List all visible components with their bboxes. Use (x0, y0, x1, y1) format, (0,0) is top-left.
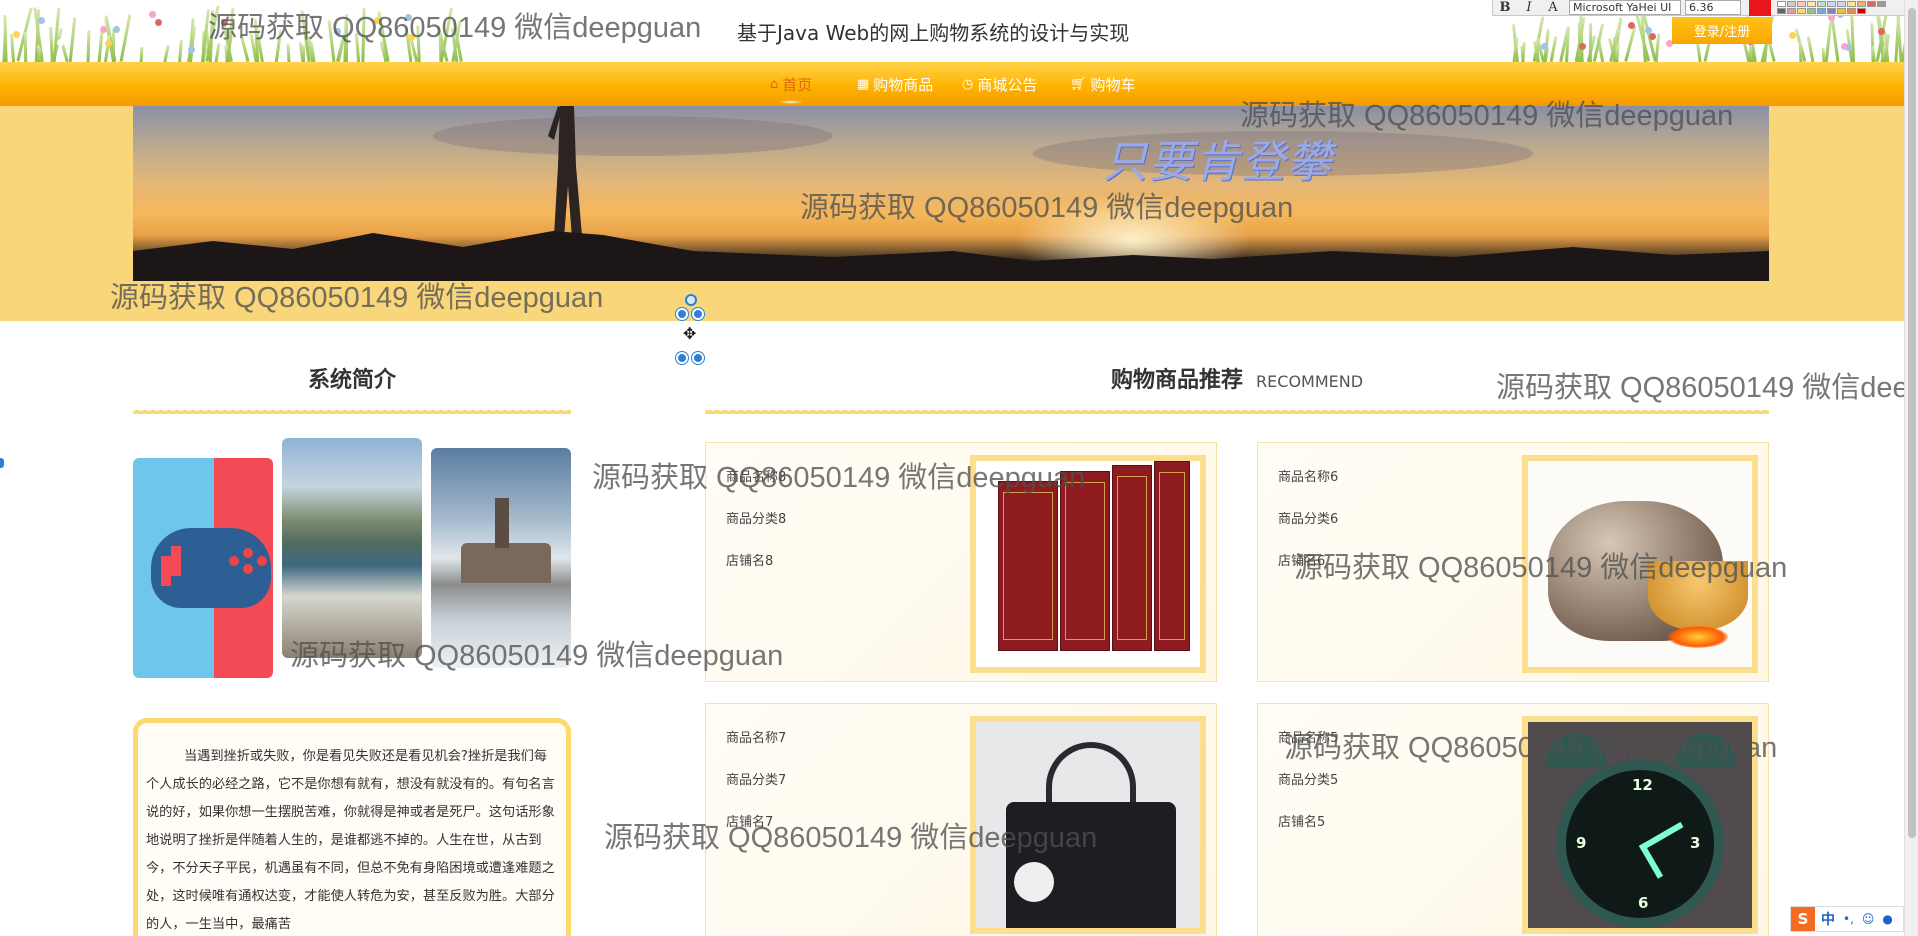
active-indicator (778, 100, 805, 104)
watermark: 源码获取 QQ86050149 微信deepguan (1496, 372, 1918, 404)
emoji-icon[interactable]: ☺ (1862, 912, 1875, 926)
rotate-handle[interactable] (685, 294, 697, 306)
nav-item-products[interactable]: ▦ 购物商品 (857, 62, 933, 106)
bold-button[interactable]: B (1493, 0, 1517, 15)
intro-divider (133, 405, 571, 414)
recommend-divider (705, 405, 1769, 414)
game-controller-image (133, 458, 273, 678)
mountain-silhouette (133, 231, 1769, 281)
resize-handle[interactable] (676, 352, 688, 364)
banner-slogan: 只要肯登攀 (1103, 137, 1333, 188)
italic-button[interactable]: I (1517, 0, 1541, 15)
site-title: 基于Java Web的网上购物系统的设计与实现 (737, 21, 1130, 45)
product-shop: 店铺名5 (1278, 815, 1326, 830)
color-swatches[interactable] (1777, 0, 1887, 15)
home-icon: ⌂ (770, 76, 779, 92)
cart-icon: 🛒︎ (1070, 76, 1087, 92)
punctuation-icon[interactable]: •, (1843, 912, 1854, 926)
intro-text: 当遇到挫折或失败，你是看见失败还是看见机会?挫折是我们每个人成长的必经之路，它不… (146, 749, 555, 932)
watermark: 源码获取 QQ86050149 微信deepguan (604, 822, 1098, 854)
nav-item-label: 购物商品 (873, 75, 934, 94)
watermark: 源码获取 QQ86050149 微信deepguan (1284, 732, 1778, 764)
scrollbar-thumb[interactable] (1908, 8, 1916, 838)
ime-status-bar[interactable]: S 中 •, ☺ ● (1790, 906, 1904, 932)
watermark: 源码获取 QQ86050149 微信deepguan (1240, 100, 1734, 132)
text-color-button[interactable] (1749, 0, 1771, 16)
nav-item-label: 购物车 (1090, 75, 1136, 94)
nav-item-label: 首页 (782, 75, 813, 94)
product-category: 商品分类8 (726, 512, 787, 527)
font-effect-button[interactable]: A (1541, 0, 1565, 15)
product-shop: 店铺名8 (726, 554, 774, 569)
product-category: 商品分类7 (726, 773, 787, 788)
vertical-scrollbar[interactable] (1904, 0, 1918, 936)
product-name: 商品名称6 (1278, 470, 1339, 485)
resize-handle[interactable] (0, 458, 4, 468)
move-cursor-icon: ✥ (683, 324, 697, 343)
watermark: 源码获取 QQ86050149 微信deepguan (592, 462, 1086, 494)
beach-image (282, 438, 422, 658)
clock-icon: ◷ (962, 76, 974, 92)
resize-handle[interactable] (692, 308, 704, 320)
object-selection-handles[interactable]: ✥ (676, 294, 706, 368)
grid-icon: ▦ (857, 76, 870, 92)
nav-item-home[interactable]: ⌂ 首页 (770, 62, 812, 106)
product-category: 商品分类5 (1278, 773, 1339, 788)
recommend-subtitle: RECOMMEND (1256, 372, 1364, 391)
nav-item-announcements[interactable]: ◷ 商城公告 (962, 62, 1037, 106)
watermark: 源码获取 QQ86050149 微信deepguan (208, 12, 702, 44)
text-editor-toolbar: B I A Microsoft YaHei UI 6.36 (1492, 0, 1918, 16)
watermark: 源码获取 QQ86050149 微信deepguan (110, 282, 604, 314)
intro-text-box: 当遇到挫折或失败，你是看见失败还是看见机会?挫折是我们每个人成长的必经之路，它不… (133, 718, 571, 936)
font-family-select[interactable]: Microsoft YaHei UI (1569, 0, 1681, 15)
resize-handle[interactable] (692, 352, 704, 364)
resize-handle[interactable] (676, 308, 688, 320)
intro-section-title: 系统简介 (307, 368, 396, 393)
user-icon[interactable]: ● (1882, 912, 1892, 926)
sogou-ime-icon[interactable]: S (1791, 907, 1815, 931)
nav-item-label: 商城公告 (977, 75, 1038, 94)
font-size-select[interactable]: 6.36 (1685, 0, 1741, 15)
recommend-section-title: 购物商品推荐 (1110, 368, 1243, 393)
watermark: 源码获取 QQ86050149 微信deepguan (290, 640, 784, 672)
login-register-button[interactable]: 登录/注册 (1672, 17, 1772, 44)
product-name: 商品名称7 (726, 731, 787, 746)
nav-item-cart[interactable]: 🛒︎ 购物车 (1070, 62, 1136, 106)
ime-language-toggle[interactable]: 中 (1821, 909, 1835, 929)
watermark: 源码获取 QQ86050149 微信deepguan (800, 192, 1294, 224)
watermark: 源码获取 QQ86050149 微信deepguan (1294, 552, 1788, 584)
